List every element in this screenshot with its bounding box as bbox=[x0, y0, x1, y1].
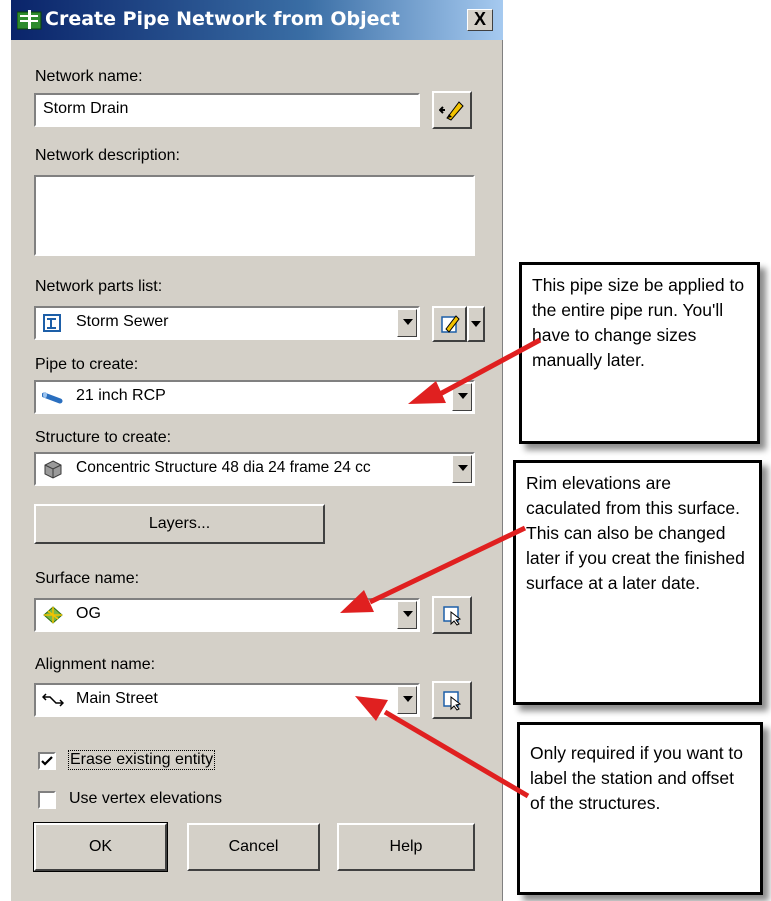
annotation-arrows bbox=[340, 337, 542, 799]
arrow-to-surface bbox=[340, 525, 527, 613]
arrow-to-pipe bbox=[408, 337, 542, 404]
arrow-to-alignment bbox=[355, 696, 530, 799]
